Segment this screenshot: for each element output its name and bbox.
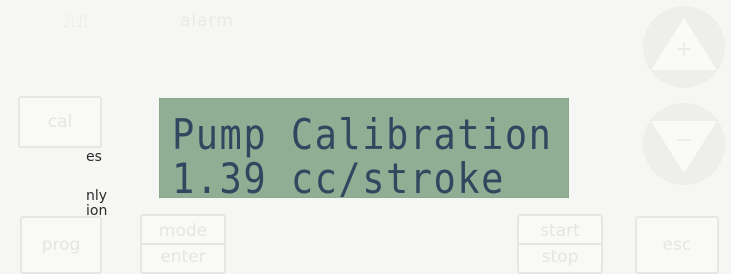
start-label: start [540,221,580,241]
enter-label: enter [160,247,206,267]
display-line-1: Pump Calibration [172,111,553,160]
mode-enter-button[interactable]: mode enter [140,214,226,274]
esc-button[interactable]: esc [635,216,719,274]
side-text-line-1: es [86,149,102,165]
mode-label: mode [158,221,208,241]
up-button[interactable]: + [643,6,725,88]
esc-button-label: esc [662,235,692,255]
display-line-2: 1.39 cc/stroke [172,155,505,198]
lcd-display: Pump Calibration 1.39 cc/stroke [159,98,569,198]
cal-button-label: cal [47,112,73,132]
svg-text:+: + [675,37,693,62]
svg-text:−: − [675,128,693,153]
start-stop-button[interactable]: start stop [517,214,603,274]
arrow-up-icon: + [651,18,717,70]
down-button[interactable]: − [643,103,725,185]
alarm-indicator-label: alarm [180,11,234,31]
arrow-down-icon: − [651,121,717,173]
cal-button[interactable]: cal [18,96,102,148]
prog-button-label: prog [41,235,81,255]
side-text-line-2: nly [86,188,108,204]
prog-button[interactable]: prog [20,216,102,274]
stop-label: stop [541,247,579,267]
pulse-icon: ⎍⎍ [64,12,90,32]
